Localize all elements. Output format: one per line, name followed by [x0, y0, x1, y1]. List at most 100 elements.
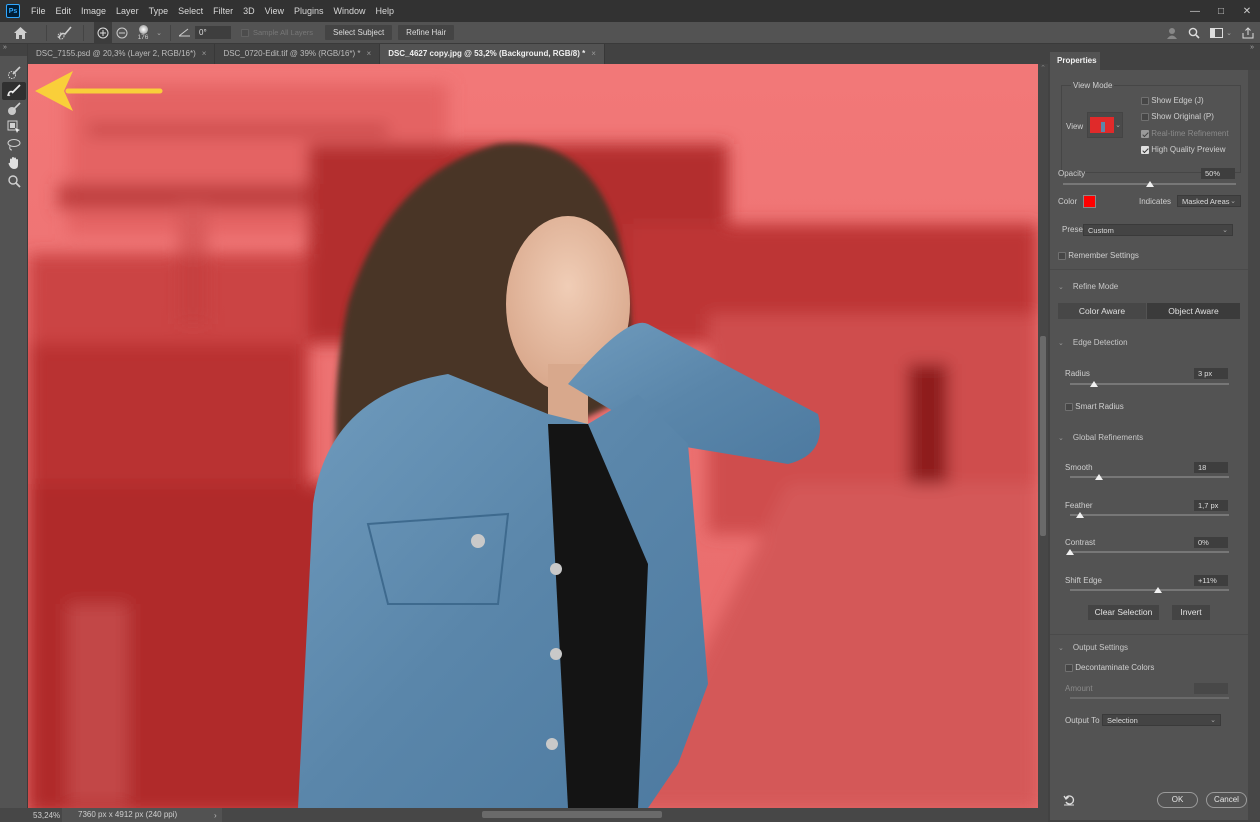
properties-scrollbar[interactable] — [1248, 70, 1260, 820]
feather-slider-track[interactable] — [1070, 514, 1229, 516]
document-canvas[interactable] — [28, 64, 1038, 808]
menu-3d[interactable]: 3D — [238, 6, 260, 16]
checkbox[interactable] — [1141, 129, 1149, 138]
color-aware-button[interactable]: Color Aware — [1058, 303, 1146, 319]
decontaminate-colors-checkbox[interactable]: Decontaminate Colors — [1065, 663, 1154, 672]
shift-edge-input[interactable]: +11% — [1194, 575, 1228, 586]
amount-slider-track[interactable] — [1070, 697, 1229, 699]
refine-mode-section[interactable]: ⌄ Refine Mode — [1058, 282, 1118, 291]
collapse-toolbar-icon[interactable]: » — [0, 44, 27, 56]
zoom-tool[interactable] — [2, 172, 26, 190]
realtime-refinement-checkbox[interactable]: Real-time Refinement — [1141, 129, 1229, 138]
clear-selection-button[interactable]: Clear Selection — [1088, 605, 1159, 620]
overlay-color-swatch[interactable] — [1083, 195, 1096, 208]
share-icon[interactable] — [1242, 27, 1254, 39]
indicates-dropdown[interactable]: Masked Areas ⌄ — [1177, 195, 1241, 207]
object-aware-button[interactable]: Object Aware — [1147, 303, 1240, 319]
search-icon[interactable] — [1188, 27, 1200, 39]
object-selection-tool[interactable] — [2, 118, 26, 136]
ok-button[interactable]: OK — [1157, 792, 1198, 808]
maximize-button[interactable]: □ — [1208, 0, 1234, 22]
preset-dropdown[interactable]: Custom ⌄ — [1083, 224, 1233, 236]
home-icon[interactable] — [0, 22, 40, 44]
canvas-vertical-scrollbar[interactable]: ⌃ — [1038, 64, 1048, 808]
feather-input[interactable]: 1,7 px — [1194, 500, 1228, 511]
expand-detection-icon[interactable] — [94, 21, 112, 44]
angle-input[interactable]: 0° — [195, 26, 231, 39]
cancel-button[interactable]: Cancel — [1206, 792, 1247, 808]
share-user-icon[interactable] — [1166, 27, 1178, 39]
shift-edge-slider-thumb[interactable] — [1154, 587, 1163, 593]
smart-radius-checkbox[interactable]: Smart Radius — [1065, 402, 1124, 411]
checkbox[interactable] — [1065, 402, 1073, 411]
close-window-button[interactable]: ✕ — [1234, 0, 1260, 22]
checkbox[interactable] — [1141, 145, 1149, 154]
checkbox[interactable] — [1058, 251, 1066, 260]
checkbox[interactable] — [241, 28, 249, 37]
zoom-level[interactable]: 53,24% — [0, 811, 62, 820]
workspace-switcher[interactable]: ⌄ — [1210, 28, 1232, 38]
hand-tool[interactable] — [2, 154, 26, 172]
contrast-slider-track[interactable] — [1070, 551, 1229, 553]
menu-layer[interactable]: Layer — [111, 6, 144, 16]
smooth-slider-thumb[interactable] — [1094, 474, 1103, 480]
invert-button[interactable]: Invert — [1172, 605, 1210, 620]
remember-settings-checkbox[interactable]: Remember Settings — [1058, 251, 1139, 260]
radius-slider-thumb[interactable] — [1089, 381, 1098, 387]
minimize-button[interactable]: — — [1182, 0, 1208, 22]
global-refinements-section[interactable]: ⌄ Global Refinements — [1058, 433, 1143, 442]
menu-file[interactable]: File — [26, 6, 51, 16]
checkbox[interactable] — [1141, 96, 1149, 105]
high-quality-preview-checkbox[interactable]: High Quality Preview — [1141, 145, 1225, 154]
properties-tab[interactable]: Properties — [1050, 52, 1100, 70]
smooth-input[interactable]: 18 — [1194, 462, 1228, 473]
view-mode-picker[interactable]: ⌄ — [1087, 112, 1123, 138]
contrast-slider-thumb[interactable] — [1066, 549, 1074, 555]
close-tab-icon[interactable]: × — [591, 49, 596, 58]
menu-view[interactable]: View — [260, 6, 289, 16]
menu-edit[interactable]: Edit — [51, 6, 77, 16]
lasso-tool[interactable] — [2, 136, 26, 154]
shift-edge-slider-track[interactable] — [1070, 589, 1229, 591]
horizontal-scroll-thumb[interactable] — [482, 811, 662, 818]
radius-input[interactable]: 3 px — [1194, 368, 1228, 379]
restore-original-icon[interactable] — [112, 22, 132, 44]
select-subject-button[interactable]: Select Subject — [325, 25, 393, 40]
refine-brush-preset-icon[interactable] — [53, 22, 77, 44]
edge-detection-section[interactable]: ⌄ Edge Detection — [1058, 338, 1128, 347]
opacity-slider-thumb[interactable] — [1145, 181, 1154, 187]
menu-select[interactable]: Select — [173, 6, 208, 16]
chevron-down-icon[interactable]: ⌄ — [154, 22, 164, 44]
output-to-dropdown[interactable]: Selection ⌄ — [1102, 714, 1221, 726]
close-tab-icon[interactable]: × — [367, 49, 372, 58]
collapse-panels-icon[interactable]: » — [1250, 44, 1254, 51]
menu-help[interactable]: Help — [371, 6, 400, 16]
tab-dsc-0720[interactable]: DSC_0720-Edit.tif @ 39% (RGB/16*) * × — [215, 44, 381, 64]
tab-dsc-4627[interactable]: DSC_4627 copy.jpg @ 53,2% (Background, R… — [380, 44, 605, 64]
sample-all-layers-checkbox[interactable]: Sample All Layers — [241, 28, 313, 37]
menu-type[interactable]: Type — [144, 6, 174, 16]
contrast-input[interactable]: 0% — [1194, 537, 1228, 548]
feather-slider-thumb[interactable] — [1075, 512, 1084, 518]
refine-hair-button[interactable]: Refine Hair — [398, 25, 455, 40]
menu-image[interactable]: Image — [76, 6, 111, 16]
brush-tool[interactable] — [2, 100, 26, 118]
vertical-scroll-thumb[interactable] — [1040, 336, 1046, 536]
checkbox[interactable] — [1141, 112, 1149, 121]
opacity-input[interactable]: 50% — [1201, 168, 1235, 179]
refine-edge-brush-tool[interactable] — [2, 82, 26, 100]
brush-size-picker[interactable]: 176 — [132, 22, 154, 44]
reset-icon[interactable] — [1063, 794, 1075, 808]
show-original-checkbox[interactable]: Show Original (P) — [1141, 112, 1214, 121]
menu-filter[interactable]: Filter — [208, 6, 238, 16]
scroll-up-icon[interactable]: ⌃ — [1038, 64, 1048, 72]
menu-window[interactable]: Window — [329, 6, 371, 16]
quick-selection-tool[interactable] — [2, 64, 26, 82]
output-settings-section[interactable]: ⌄ Output Settings — [1058, 643, 1128, 652]
close-tab-icon[interactable]: × — [202, 49, 207, 58]
show-edge-checkbox[interactable]: Show Edge (J) — [1141, 96, 1204, 105]
amount-input[interactable] — [1194, 683, 1228, 694]
tab-dsc-7155[interactable]: DSC_7155.psd @ 20,3% (Layer 2, RGB/16*) × — [28, 44, 216, 64]
canvas-horizontal-scrollbar[interactable] — [190, 810, 1040, 819]
checkbox[interactable] — [1065, 663, 1073, 672]
